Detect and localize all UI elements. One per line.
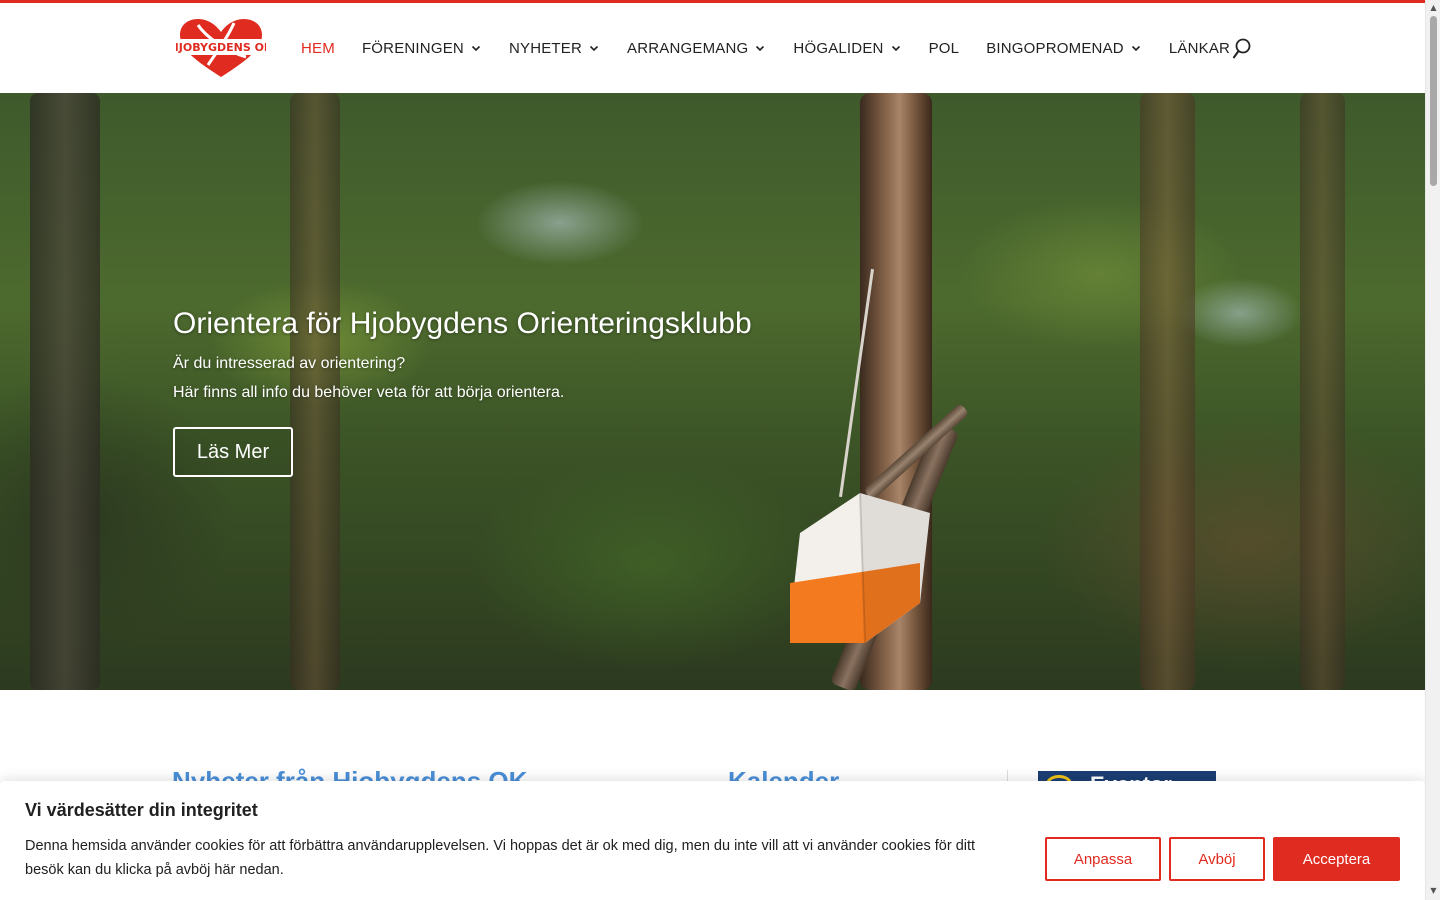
- search-icon[interactable]: [1232, 38, 1252, 60]
- club-logo[interactable]: HJOBYGDENS OK: [176, 17, 266, 79]
- cookie-consent-banner: Vi värdesätter din integritet Denna hems…: [0, 781, 1425, 900]
- accept-button[interactable]: Acceptera: [1273, 837, 1400, 881]
- hero-subtitle-line: Här finns all info du behöver veta för a…: [173, 384, 565, 401]
- nav-item-label: ARRANGEMANG: [627, 39, 749, 57]
- scroll-down-arrow-icon[interactable]: ▼: [1429, 886, 1438, 895]
- nav-item-arrangemang[interactable]: ARRANGEMANG: [627, 40, 766, 57]
- page: HJOBYGDENS OK HEM FÖRENINGEN NYHETER ARRANG…: [0, 0, 1425, 900]
- hero-content: Orientera för Hjobygdens Orienteringsklu…: [173, 306, 893, 477]
- background-tree: [30, 93, 100, 690]
- background-tree: [1140, 93, 1195, 690]
- nav-item-label: HEM: [301, 39, 335, 57]
- scroll-up-arrow-icon[interactable]: ▲: [1429, 3, 1438, 12]
- main-nav: HEM FÖRENINGEN NYHETER ARRANGEMANG HÖGALIDEN…: [301, 3, 1257, 93]
- chevron-down-icon[interactable]: [754, 42, 766, 54]
- cookie-title: Vi värdesätter din integritet: [25, 800, 258, 820]
- chevron-down-icon[interactable]: [470, 42, 482, 54]
- chevron-down-icon[interactable]: [588, 42, 600, 54]
- page-scrollbar[interactable]: ▲ ▼: [1425, 0, 1440, 900]
- hero-subtitle-line: Är du intresserad av orientering?: [173, 355, 406, 372]
- cookie-text: Denna hemsida använder cookies för att f…: [25, 838, 976, 878]
- nav-item-nyheter[interactable]: NYHETER: [509, 40, 600, 57]
- background-tree: [1300, 93, 1345, 690]
- svg-text:HJOBYGDENS OK: HJOBYGDENS OK: [176, 41, 266, 54]
- nav-item-bingopromenad[interactable]: BINGOPROMENAD: [986, 40, 1142, 57]
- nav-item-länkar[interactable]: LÄNKAR: [1169, 40, 1230, 57]
- nav-item-label: POL: [928, 39, 960, 57]
- nav-item-föreningen[interactable]: FÖRENINGEN: [362, 40, 482, 57]
- nav-item-label: NYHETER: [508, 39, 583, 57]
- hero-title: Orientera för Hjobygdens Orienteringsklu…: [173, 307, 752, 340]
- nav-item-hem[interactable]: HEM: [301, 40, 335, 57]
- read-more-button[interactable]: Läs Mer: [173, 427, 293, 477]
- hero-banner: Orientera för Hjobygdens Orienteringsklu…: [0, 93, 1425, 690]
- nav-item-label: LÄNKAR: [1168, 39, 1231, 57]
- chevron-down-icon[interactable]: [1130, 42, 1142, 54]
- scrollbar-thumb[interactable]: [1430, 16, 1437, 186]
- nav-item-pol[interactable]: POL: [929, 40, 960, 57]
- reject-button[interactable]: Avböj: [1169, 837, 1265, 881]
- customize-button[interactable]: Anpassa: [1045, 837, 1161, 881]
- nav-item-högaliden[interactable]: HÖGALIDEN: [793, 40, 901, 57]
- orienteering-control-flag: [790, 493, 930, 644]
- nav-item-label: FÖRENINGEN: [361, 39, 464, 57]
- chevron-down-icon[interactable]: [890, 42, 902, 54]
- nav-item-label: HÖGALIDEN: [793, 39, 884, 57]
- site-header: HJOBYGDENS OK HEM FÖRENINGEN NYHETER ARRANG…: [0, 3, 1425, 93]
- nav-item-label: BINGOPROMENAD: [986, 39, 1124, 57]
